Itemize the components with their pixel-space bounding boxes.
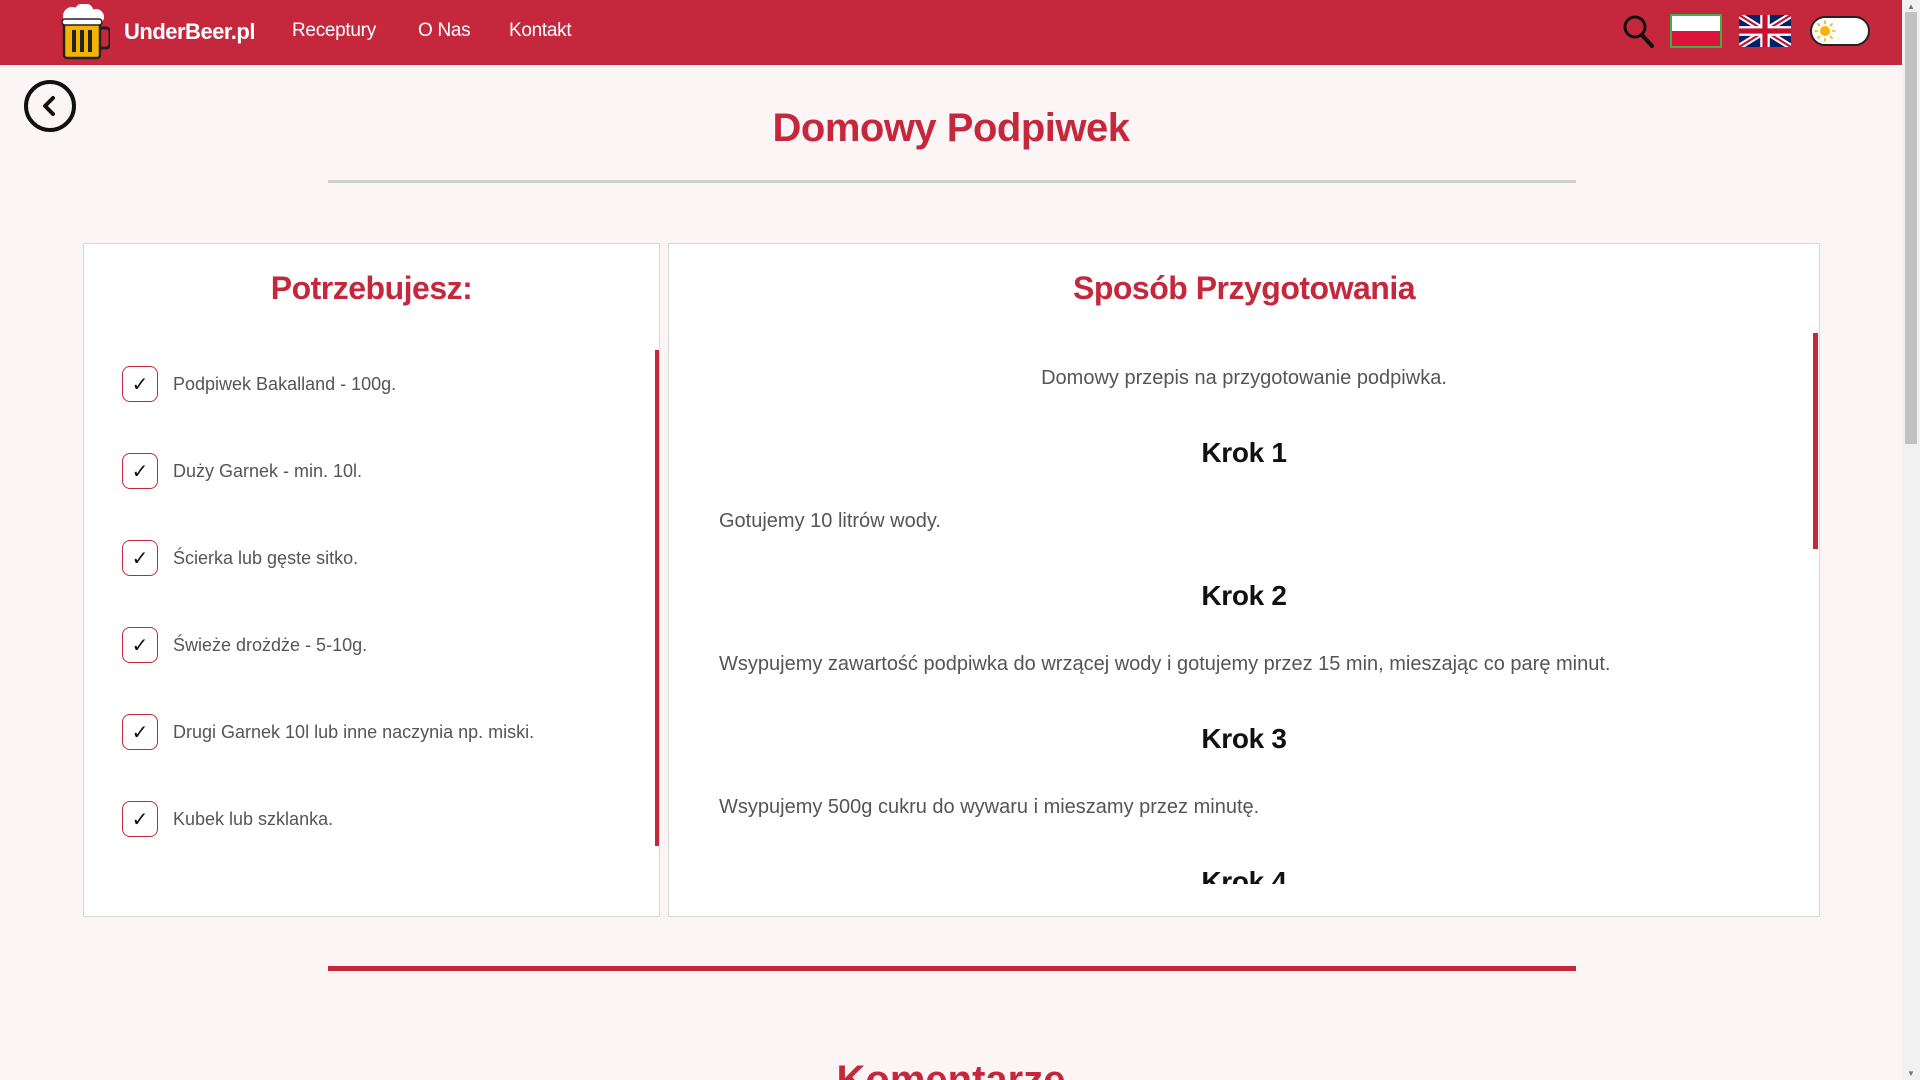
preparation-steps[interactable]: Domowy przepis na przygotowanie podpiwka… <box>669 344 1819 884</box>
ingredients-heading: Potrzebujesz: <box>270 270 473 306</box>
ingredient-item[interactable]: ✓ Ścierka lub gęste sitko. <box>122 540 358 576</box>
theme-toggle[interactable] <box>1810 16 1870 46</box>
step-title: Krok 3 <box>1201 723 1287 754</box>
navbar: UnderBeer.pl Receptury O Nas Kontakt <box>0 0 1902 65</box>
ingredient-item[interactable]: ✓ Duży Garnek - min. 10l. <box>122 453 362 489</box>
beer-mug-logo-icon[interactable] <box>58 4 110 60</box>
comments-heading: Komentarze <box>836 1058 1066 1080</box>
preparation-intro: Domowy przepis na przygotowanie podpiwka… <box>1041 367 1447 389</box>
preparation-heading: Sposób Przygotowania <box>1072 270 1416 306</box>
theme-toggle-knob <box>1814 20 1836 42</box>
uk-flag-icon[interactable] <box>1739 15 1791 47</box>
theme-toggle-sun-icon <box>1814 20 1836 42</box>
ingredients-card: Potrzebujesz: ✓ Podpiwek Bakalland - 100… <box>83 243 660 917</box>
nav-link-o-nas[interactable]: O Nas <box>418 20 471 42</box>
ingredient-label: Duży Garnek - min. 10l. <box>173 460 363 481</box>
ingredient-item[interactable]: ✓ Świeże drożdże - 5-10g. <box>122 627 367 663</box>
checkmark-icon[interactable]: ✓ <box>122 801 158 837</box>
ingredient-item[interactable]: ✓ Kubek lub szklanka. <box>122 801 333 837</box>
scroll-up-arrow-icon[interactable]: ▲ <box>1907 2 1915 11</box>
ingredient-label: Świeże drożdże - 5-10g. <box>173 634 368 655</box>
ingredients-scrollbar[interactable] <box>655 350 659 846</box>
ingredients-list[interactable]: ✓ Podpiwek Bakalland - 100g. ✓ Duży Garn… <box>84 348 659 870</box>
section-divider <box>328 966 1576 971</box>
preparation-card: Sposób Przygotowania Domowy przepis na p… <box>668 243 1820 917</box>
page-title: Domowy Podpiwek <box>772 106 1131 150</box>
ingredient-item[interactable]: ✓ Drugi Garnek 10l lub inne naczynia np.… <box>122 714 534 750</box>
checkmark-icon[interactable]: ✓ <box>122 453 158 489</box>
step-title: Krok 1 <box>1201 437 1287 468</box>
step-text: Gotujemy 10 litrów wody. <box>719 510 941 532</box>
checkmark-icon[interactable]: ✓ <box>122 540 158 576</box>
step-title: Krok 2 <box>1201 580 1287 611</box>
ingredient-item[interactable]: ✓ Podpiwek Bakalland - 100g. <box>122 366 396 402</box>
checkmark-icon[interactable]: ✓ <box>122 627 158 663</box>
preparation-scrollbar[interactable] <box>1813 333 1818 549</box>
step-text: Wsypujemy 500g cukru do wywaru i mieszam… <box>719 796 1260 818</box>
step-text: Wsypujemy zawartość podpiwka do wrzącej … <box>719 653 1611 675</box>
ingredient-label: Ścierka lub gęste sitko. <box>173 547 359 568</box>
poland-flag-icon[interactable] <box>1670 14 1722 48</box>
ingredient-label: Podpiwek Bakalland - 100g. <box>173 373 397 394</box>
nav-link-kontakt[interactable]: Kontakt <box>509 20 572 42</box>
nav-link-receptury[interactable]: Receptury <box>292 20 376 42</box>
step-title: Krok 4 <box>1201 866 1287 884</box>
scroll-down-arrow-icon[interactable]: ▼ <box>1907 1069 1915 1078</box>
checkmark-icon[interactable]: ✓ <box>122 714 158 750</box>
title-divider <box>328 180 1576 183</box>
search-icon[interactable] <box>1622 14 1654 48</box>
ingredient-label: Drugi Garnek 10l lub inne naczynia np. m… <box>173 721 535 742</box>
ingredient-label: Kubek lub szklanka. <box>173 808 334 829</box>
page-scrollbar[interactable]: ▲ ▼ <box>1902 0 1920 1080</box>
checkmark-icon[interactable]: ✓ <box>122 366 158 402</box>
brand-link[interactable]: UnderBeer.pl <box>124 19 255 45</box>
page-scrollbar-thumb[interactable] <box>1905 12 1917 444</box>
poland-flag-red-stripe <box>1672 31 1720 46</box>
